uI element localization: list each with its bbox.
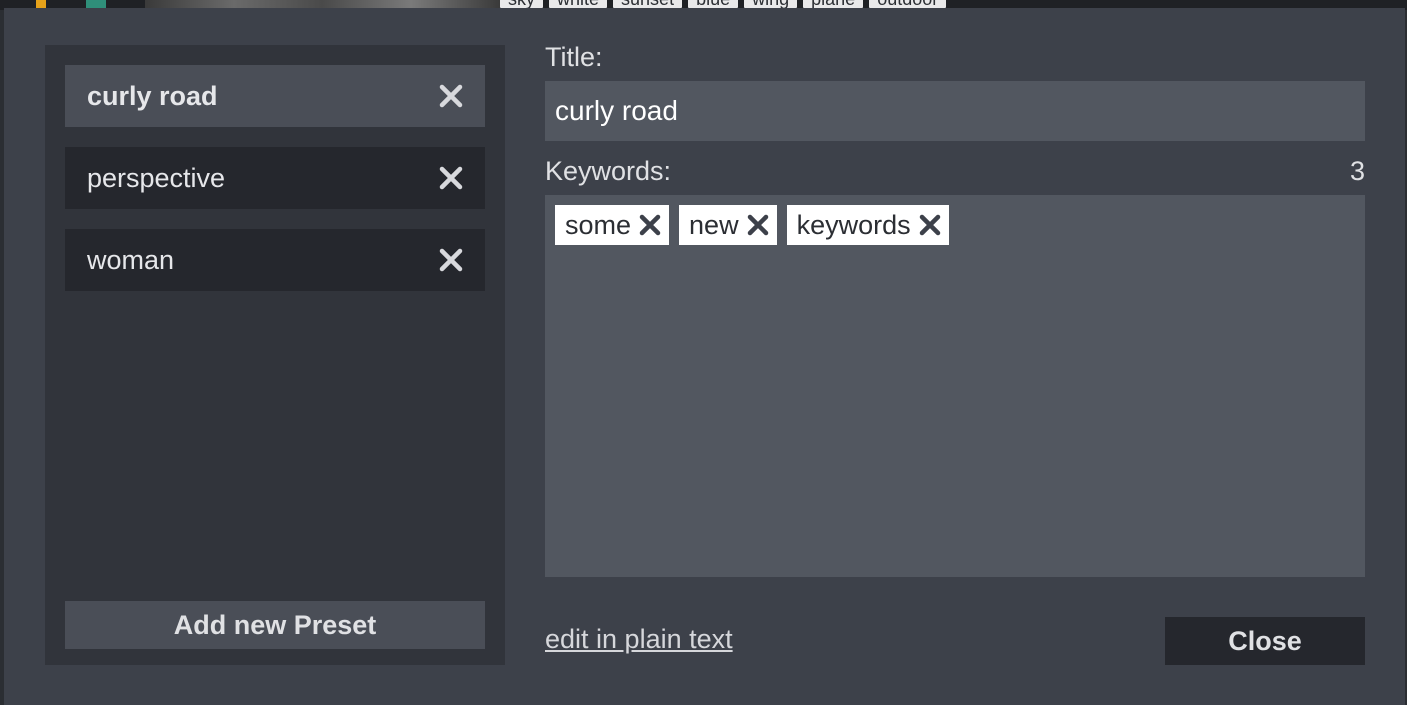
background-marker	[36, 0, 46, 8]
preset-item-label: curly road	[87, 80, 218, 111]
background-tag: blue	[688, 0, 739, 8]
background-tag: sunset	[613, 0, 683, 8]
keyword-chip-label: new	[689, 209, 739, 240]
edit-plain-text-link[interactable]: edit in plain text	[545, 624, 733, 655]
close-icon[interactable]	[439, 166, 463, 190]
background-tag: sky	[500, 0, 543, 8]
title-label: Title:	[545, 42, 603, 72]
keyword-chip: some	[555, 205, 670, 245]
background-tag: white	[549, 0, 608, 8]
keyword-chip: new	[679, 205, 777, 245]
preset-item-label: woman	[87, 244, 175, 275]
keyword-chip: keywords	[786, 205, 949, 245]
preset-item-perspective[interactable]: perspective	[65, 147, 485, 209]
preset-item-curly-road[interactable]: curly road	[65, 65, 485, 127]
close-button[interactable]: Close	[1165, 617, 1365, 665]
close-icon[interactable]	[747, 214, 769, 236]
keyword-chip-label: keywords	[796, 209, 911, 240]
preset-item-woman[interactable]: woman	[65, 229, 485, 291]
close-icon[interactable]	[639, 214, 661, 236]
keyword-chip-label: some	[565, 209, 632, 240]
keywords-label: Keywords:	[545, 156, 672, 186]
background-tags: sky white sunset blue wing plane outdoor	[500, 0, 947, 8]
presets-dialog: curly road perspective woman Add new Pre…	[4, 8, 1405, 705]
keywords-input-area[interactable]: some new keywords	[545, 195, 1365, 577]
preset-list-panel: curly road perspective woman Add new Pre…	[45, 45, 505, 665]
close-icon[interactable]	[919, 214, 941, 236]
background-tag: outdoor	[869, 0, 947, 8]
close-icon[interactable]	[439, 84, 463, 108]
background-logo	[86, 0, 106, 8]
close-icon[interactable]	[439, 248, 463, 272]
background-tag: wing	[744, 0, 798, 8]
keywords-count: 3	[1349, 156, 1365, 186]
preset-item-label: perspective	[87, 162, 226, 193]
background-tag: plane	[803, 0, 864, 8]
add-preset-button[interactable]: Add new Preset	[65, 601, 485, 649]
title-input[interactable]	[545, 81, 1365, 141]
